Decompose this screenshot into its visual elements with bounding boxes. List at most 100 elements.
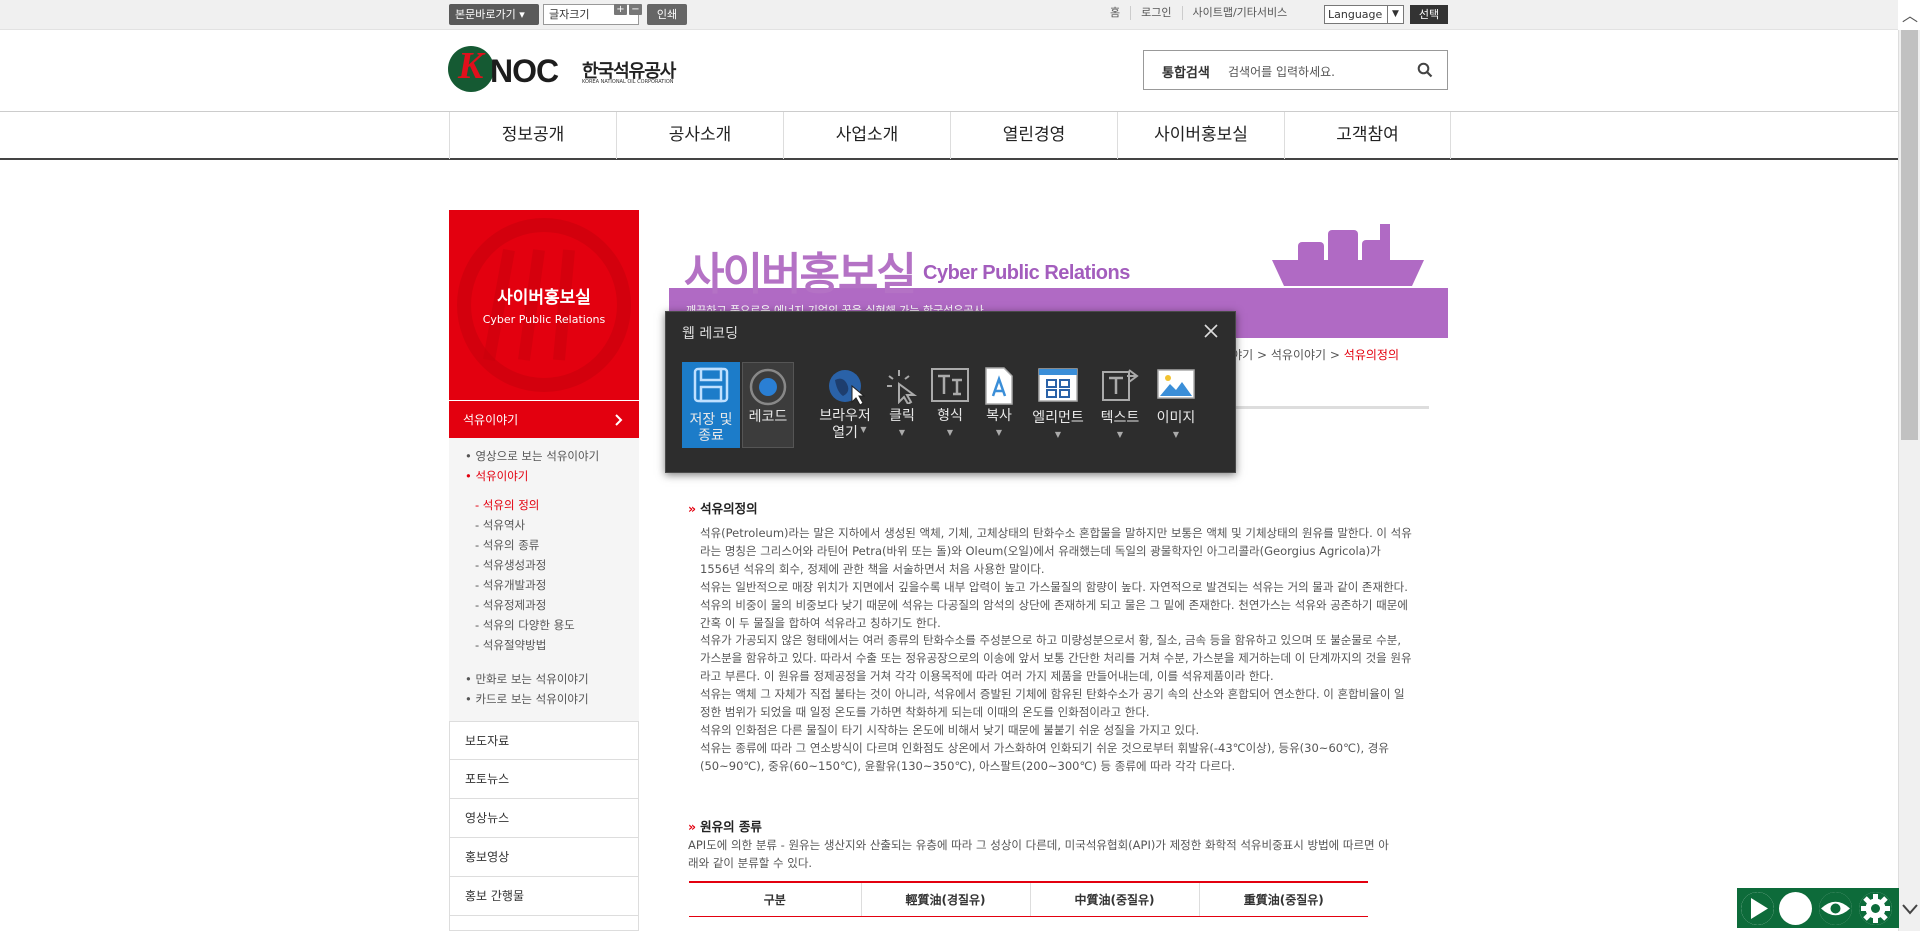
text-label: 텍스트 xyxy=(1100,410,1140,426)
image-button[interactable]: 이미지 ▼ xyxy=(1150,362,1202,448)
copy-button[interactable]: 복사 ▼ xyxy=(978,362,1020,448)
search-input[interactable]: 검색어를 입력하세요. xyxy=(1228,63,1335,80)
click-pointer-icon xyxy=(887,370,918,404)
save-icon xyxy=(693,367,729,403)
chevron-down-icon[interactable] xyxy=(1901,902,1919,916)
sidebar-subsubitem-development[interactable]: - 석유개발과정 xyxy=(475,577,546,593)
open-browser-button[interactable]: 브라우저 열기 ▼ xyxy=(812,362,878,448)
playback-controls xyxy=(1737,888,1899,928)
sidebar-item-video-news[interactable]: 영상뉴스 xyxy=(449,799,639,838)
home-link[interactable]: 홈 xyxy=(1100,6,1130,20)
sidebar-subsubitem-formation[interactable]: - 석유생성과정 xyxy=(475,557,546,573)
paragraph: 석유는 일반적으로 매장 위치가 지면에서 깊을수록 내부 압력이 높고 가스물… xyxy=(700,579,1408,630)
chevron-down-icon: ▼ xyxy=(995,428,1003,437)
nav-info-disclosure[interactable]: 정보공개 xyxy=(449,112,616,159)
sidebar-subitem-card[interactable]: • 카드로 보는 석유이야기 xyxy=(465,691,589,707)
ship-icon xyxy=(1272,224,1424,286)
play-icon[interactable] xyxy=(1741,892,1774,925)
stop-icon[interactable] xyxy=(1779,892,1812,925)
language-select[interactable]: Language ▼ xyxy=(1324,5,1404,24)
sidebar-subitem-video-oil[interactable]: • 영상으로 보는 석유이야기 xyxy=(465,448,599,464)
sidebar-item-photo-news[interactable]: 포토뉴스 xyxy=(449,760,639,799)
search-label: 통합검색 xyxy=(1162,66,1210,81)
section2-text: API도에 의한 분류 - 원유는 생산지와 산출되는 유층에 따라 그 성상이… xyxy=(688,838,1389,870)
dialog-title: 웹 레코딩 xyxy=(682,326,738,342)
save-exit-label: 저장 및 종료 xyxy=(689,412,733,444)
sidebar-item-next[interactable] xyxy=(449,916,639,931)
text-button[interactable]: 텍스트 ▼ xyxy=(1094,362,1146,448)
table-header: 重質油(중질유) xyxy=(1198,882,1368,917)
sidebar-item-press[interactable]: 보도자료 xyxy=(449,721,639,760)
eye-icon[interactable] xyxy=(1819,892,1852,925)
record-label: 레코드 xyxy=(748,409,788,425)
record-button[interactable]: 레코드 xyxy=(742,362,794,448)
image-label: 이미지 xyxy=(1156,410,1196,426)
sidebar-subsubitem-history[interactable]: - 석유역사 xyxy=(475,517,525,533)
gear-icon[interactable] xyxy=(1859,892,1892,925)
sidebar-subsubitem-uses[interactable]: - 석유의 다양한 용도 xyxy=(475,617,575,633)
banner-title: 사이버홍보실 xyxy=(684,250,917,299)
crude-type-table: 구분 輕質油(경질유) 中質油(중질유) 重質油(중질유) xyxy=(689,881,1368,917)
chevron-up-icon[interactable]: ︿ xyxy=(1901,2,1919,28)
breadcrumb-current: 석유의정의 xyxy=(1343,348,1399,362)
logo-en: KOREA NATIONAL OIL CORPORATION xyxy=(582,79,674,85)
sidebar-subitem-oil-story[interactable]: • 석유이야기 xyxy=(465,468,528,484)
breadcrumb-item[interactable]: 석유이야기 xyxy=(1271,348,1326,362)
raquo-icon: » xyxy=(688,501,697,516)
format-button[interactable]: 형식 ▼ xyxy=(928,362,972,448)
chevron-down-icon: ▼ xyxy=(1172,430,1180,439)
element-grid-icon xyxy=(1038,368,1078,402)
sidebar-title: 사이버홍보실 xyxy=(497,288,591,308)
paragraph: 석유는 종류에 따라 그 연소방식이 다르며 인화점도 상온에서 가스화하여 인… xyxy=(700,740,1389,773)
chevron-down-icon: ▼ xyxy=(860,425,867,434)
print-button[interactable]: 인쇄 xyxy=(647,4,687,25)
table-header-row: 구분 輕質油(경질유) 中質油(중질유) 重質油(중질유) xyxy=(689,882,1368,917)
utility-bar: 본문바로가기 ▾ 글자크기 + − 인쇄 홈 로그인 사이트맵/기타서비스 La… xyxy=(0,0,1898,30)
chevron-down-icon: ▼ xyxy=(898,428,906,437)
click-button[interactable]: 클릭 ▼ xyxy=(882,362,922,448)
sitemap-link[interactable]: 사이트맵/기타서비스 xyxy=(1181,6,1298,20)
element-label: 엘리먼트 xyxy=(1032,410,1084,426)
chevron-down-icon: ▼ xyxy=(1387,6,1403,23)
font-size-minus-button[interactable]: − xyxy=(629,4,642,15)
section-title-crude-types: » 원유의 종류 xyxy=(688,819,762,834)
table-header: 구분 xyxy=(689,882,861,917)
sidebar-item-oil-story[interactable]: 석유이야기 xyxy=(449,400,639,438)
content-body: 석유(Petroleum)라는 말은 지하에서 생성된 액체, 기체, 고체상태… xyxy=(700,525,1412,776)
chevron-down-icon: ▼ xyxy=(1116,430,1124,439)
scrollbar-thumb[interactable] xyxy=(1901,30,1918,440)
sidebar-subsubitem-saving[interactable]: - 석유절약방법 xyxy=(475,637,546,653)
integrated-search: 통합검색 검색어를 입력하세요. xyxy=(1143,50,1448,90)
element-button[interactable]: 엘리먼트 ▼ xyxy=(1026,362,1090,448)
text-cursor-icon xyxy=(1102,369,1139,401)
table-header: 中質油(중질유) xyxy=(1029,882,1199,917)
sidebar-header: 사이버홍보실 Cyber Public Relations xyxy=(449,210,639,400)
text-format-icon xyxy=(931,368,969,402)
sidebar-submenu: • 영상으로 보는 석유이야기 • 석유이야기 - 석유의 정의 - 석유역사 … xyxy=(449,438,639,723)
sidebar-item-pr-video[interactable]: 홍보영상 xyxy=(449,838,639,877)
nav-cyber-pr[interactable]: 사이버홍보실 xyxy=(1117,112,1284,159)
nav-customer[interactable]: 고객참여 xyxy=(1284,112,1451,159)
language-choose-button[interactable]: 선택 xyxy=(1410,5,1448,24)
nav-business-intro[interactable]: 사업소개 xyxy=(783,112,950,159)
copy-label: 복사 xyxy=(986,408,1012,424)
font-size-plus-button[interactable]: + xyxy=(614,4,627,15)
nav-open-management[interactable]: 열린경영 xyxy=(950,112,1117,159)
close-icon[interactable] xyxy=(1201,321,1221,341)
sidebar-subsubitem-definition[interactable]: - 석유의 정의 xyxy=(475,497,539,513)
copy-document-icon xyxy=(985,367,1013,405)
save-exit-button[interactable]: 저장 및 종료 xyxy=(682,362,740,448)
search-icon[interactable] xyxy=(1417,62,1433,78)
sidebar-item-publications[interactable]: 홍보 간행물 xyxy=(449,877,639,916)
web-recording-dialog: 웹 레코딩 저장 및 종료 레코드 브라우저 열기 ▼ 클릭 ▼ 형식 ▼ 복사… xyxy=(665,311,1236,473)
login-link[interactable]: 로그인 xyxy=(1130,6,1181,20)
paragraph: 석유는 액체 그 자체가 직접 불타는 것이 아니라, 석유에서 증발된 기체에… xyxy=(700,687,1405,720)
click-label: 클릭 xyxy=(889,408,915,424)
sidebar-subitem-comic[interactable]: • 만화로 보는 석유이야기 xyxy=(465,671,589,687)
sidebar-subsubitem-types[interactable]: - 석유의 종류 xyxy=(475,537,539,553)
nav-company-intro[interactable]: 공사소개 xyxy=(616,112,783,159)
chevron-down-icon: ▼ xyxy=(946,428,954,437)
main-nav: 정보공개 공사소개 사업소개 열린경영 사이버홍보실 고객참여 xyxy=(0,111,1898,160)
sidebar-subsubitem-refining[interactable]: - 석유정제과정 xyxy=(475,597,546,613)
skip-to-content-button[interactable]: 본문바로가기 ▾ xyxy=(449,4,539,25)
